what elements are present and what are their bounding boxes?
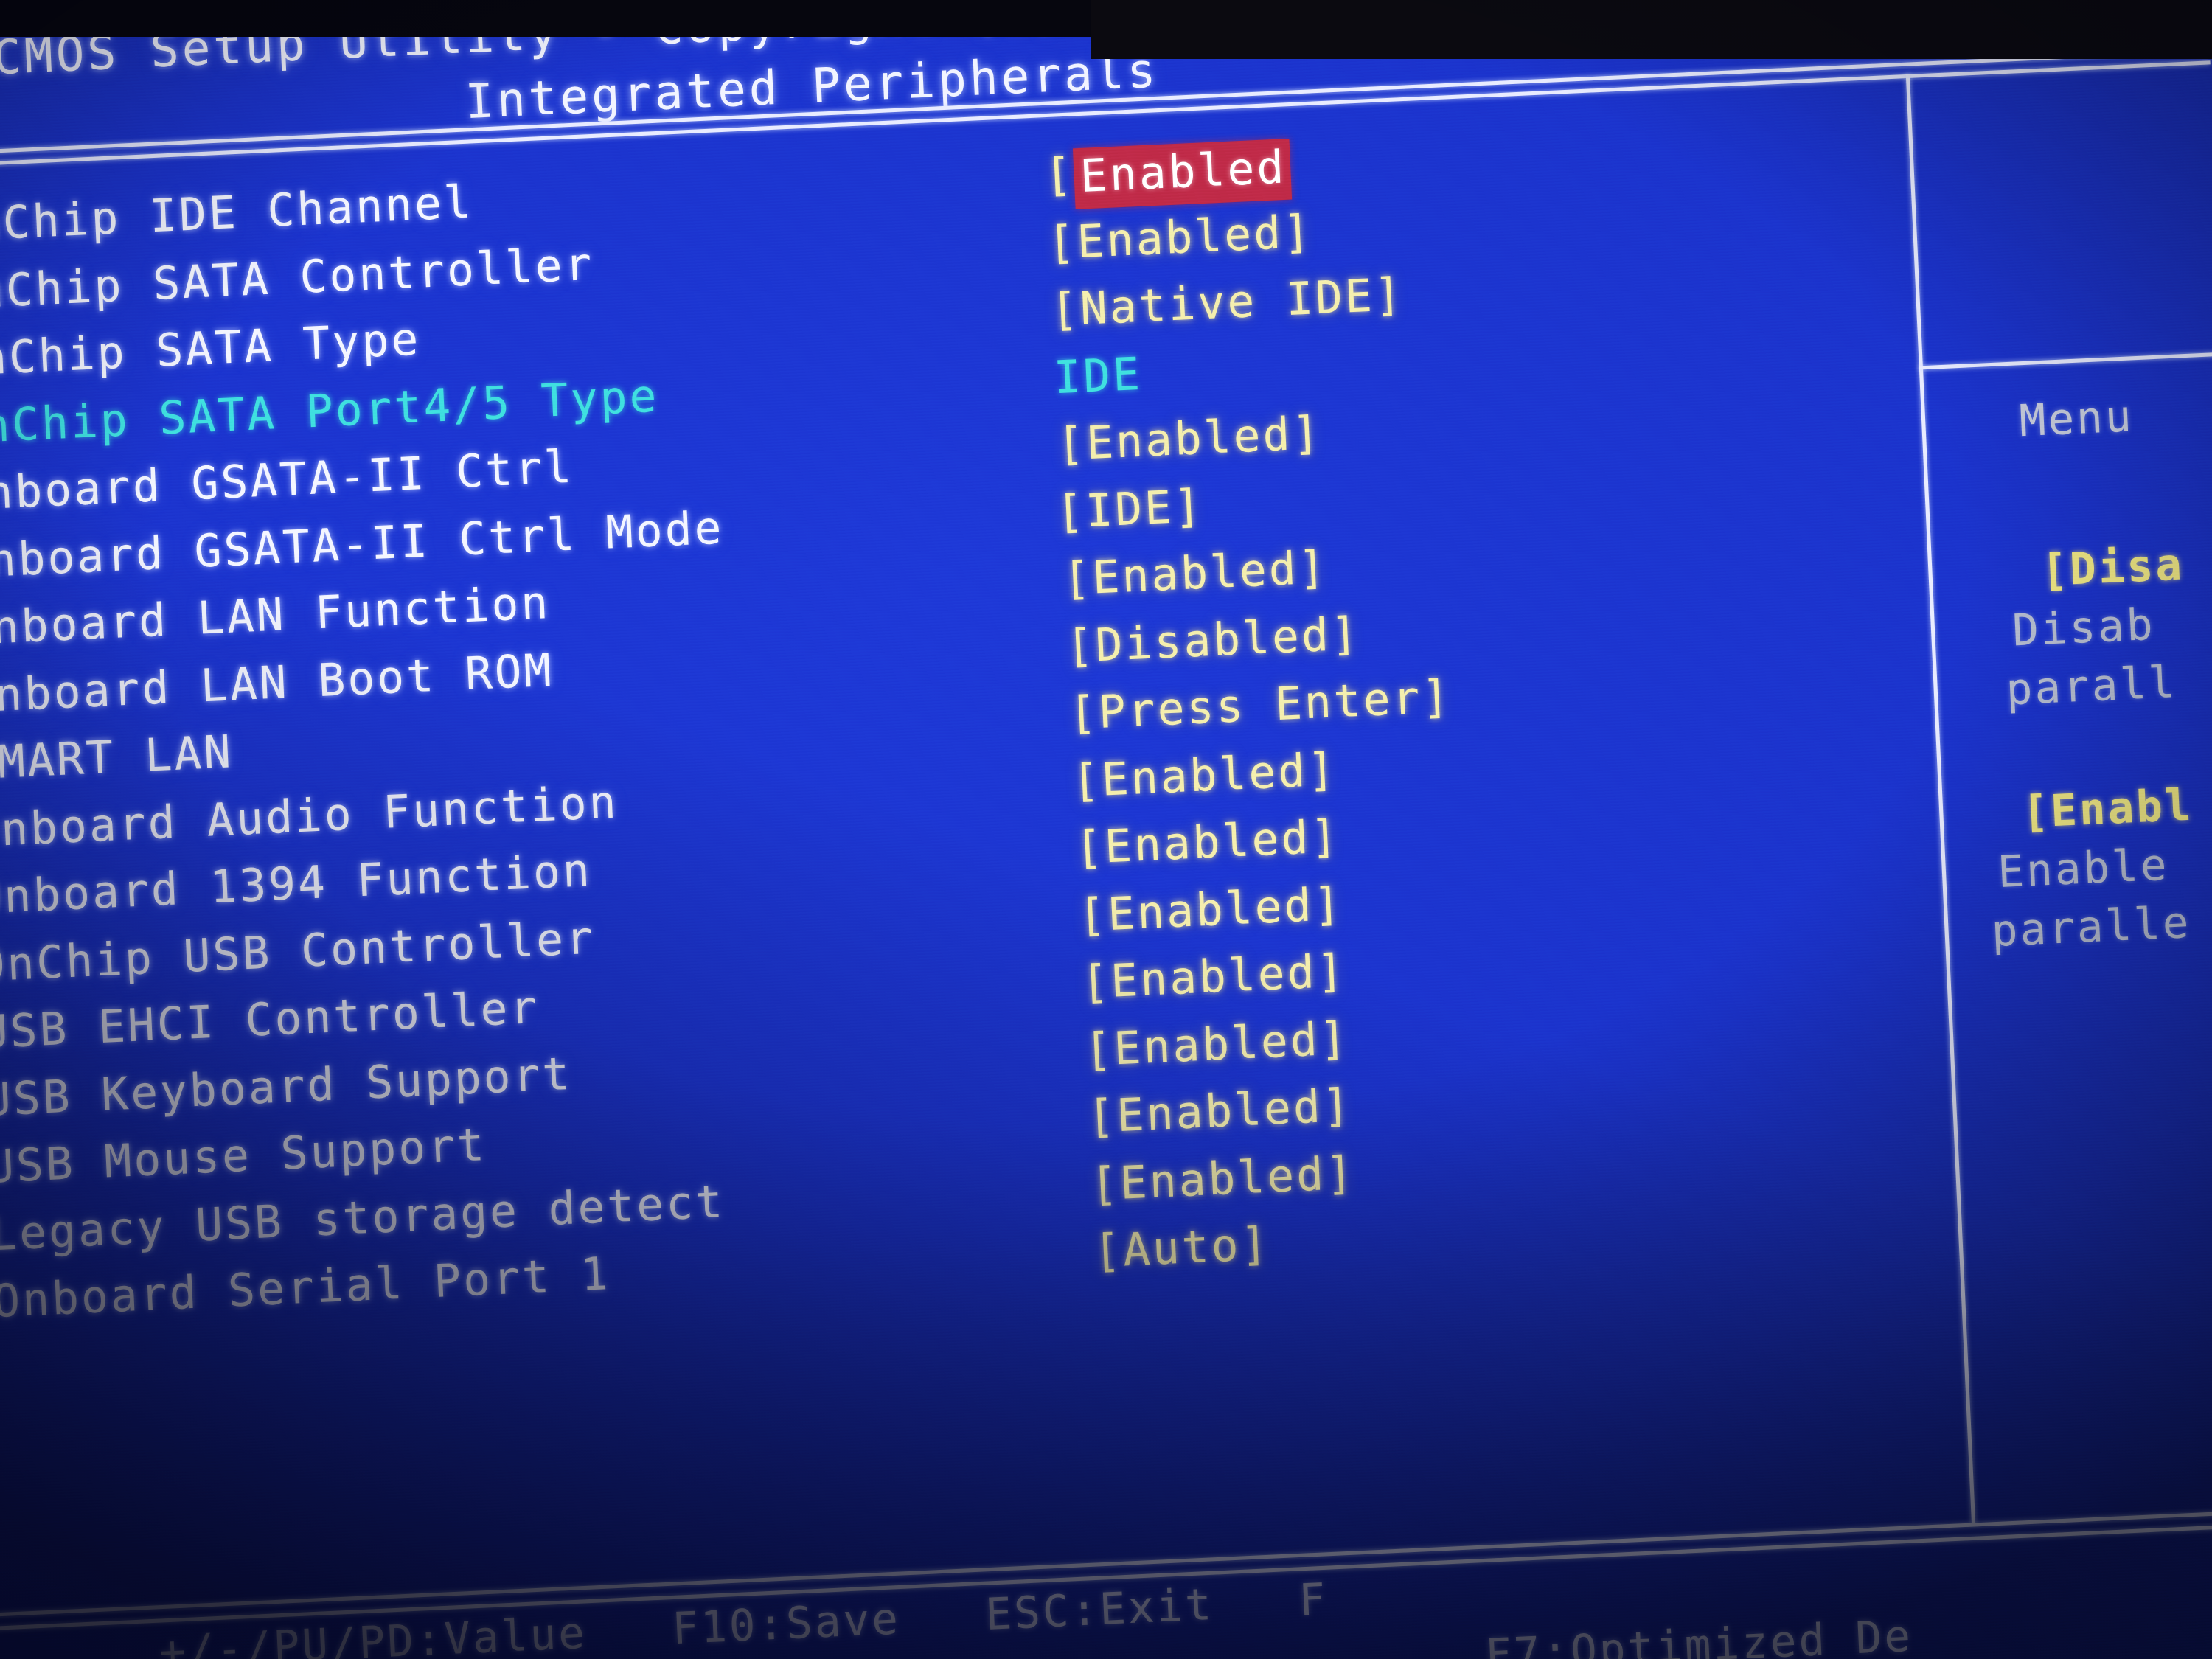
help-desc-enabled-line1: Enable	[1996, 838, 2170, 898]
value-bracket-open: [	[1043, 148, 1076, 203]
bios-screen-photo: CMOS Setup Utility - Copyright (C) 1984-…	[0, 0, 2212, 1659]
selected-value-highlight[interactable]: Enabled	[1073, 138, 1293, 209]
option-value[interactable]: [Enabled]	[1062, 541, 1329, 606]
option-label: OnChip IDE Channel	[0, 175, 475, 253]
option-value[interactable]: [Enabled]	[1080, 945, 1347, 1009]
option-value[interactable]: [Enabled]	[1083, 1012, 1350, 1077]
monitor-screen: CMOS Setup Utility - Copyright (C) 1984-…	[0, 0, 2212, 1659]
option-value[interactable]: [Auto]	[1092, 1217, 1270, 1278]
help-desc-enabled-line2: paralle	[1990, 896, 2192, 957]
help-menu-level-label: Menu	[2018, 390, 2135, 447]
option-value[interactable]: IDE	[1053, 347, 1144, 404]
option-value[interactable]: [Enabled]	[1046, 205, 1313, 270]
option-value[interactable]: [Enabled]	[1077, 877, 1344, 942]
option-label: SMART LAN	[0, 726, 234, 790]
option-value[interactable]: [Enabled]	[1056, 407, 1323, 472]
option-value[interactable]: [IDE]	[1055, 479, 1205, 538]
help-desc-disabled-line2: parall	[2005, 655, 2179, 715]
help-panel: Menu [Disa Disab parall [Enabl Enable pa…	[1919, 355, 2212, 1523]
option-value[interactable]: [Enabled]	[1074, 810, 1341, 875]
help-option-disabled: [Disa	[2039, 538, 2185, 597]
help-option-enabled: [Enabl	[2020, 779, 2194, 838]
option-value[interactable]: [Enabled]	[1089, 1147, 1356, 1211]
options-list: OnChip IDE Channel[Enabled]OnChip SATA C…	[0, 0, 1972, 1615]
option-value[interactable]: [Enabled]	[1086, 1079, 1353, 1144]
option-value[interactable]: [Enabled]	[1071, 743, 1338, 808]
help-desc-disabled-line1: Disab	[2011, 598, 2157, 656]
monitor-bezel-top-right	[1091, 0, 2212, 59]
bios-setup-screen: CMOS Setup Utility - Copyright (C) 1984-…	[0, 0, 2212, 1659]
option-value[interactable]: [Enabled]	[1043, 138, 1293, 209]
